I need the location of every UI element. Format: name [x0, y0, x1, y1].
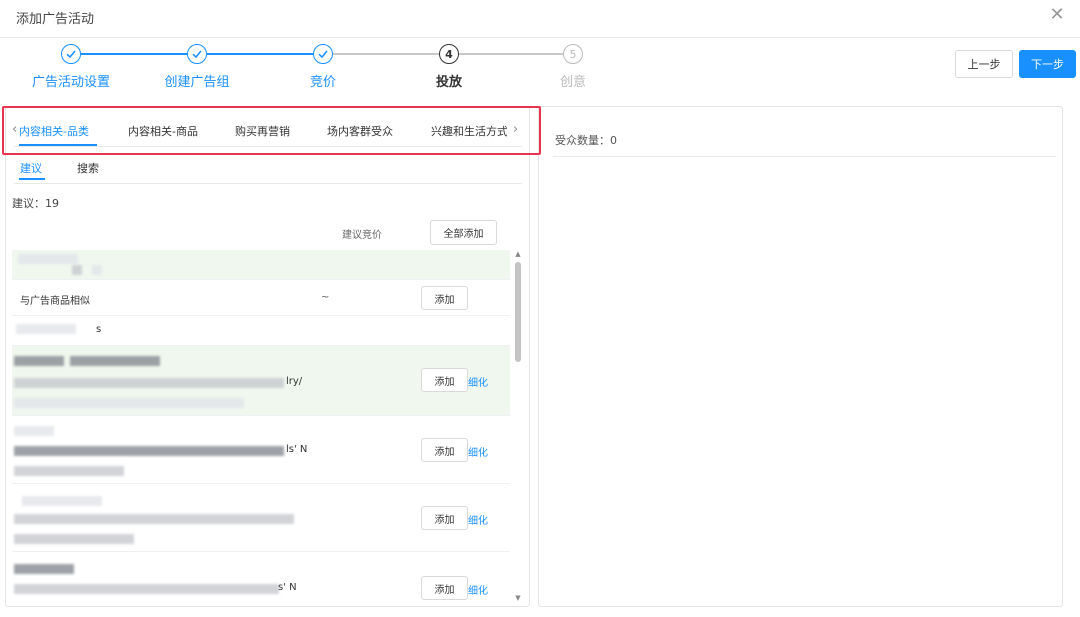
next-button[interactable]: 下一步: [1019, 50, 1076, 78]
dialog-title: 添加广告活动: [16, 12, 95, 27]
close-icon[interactable]: ✕: [1046, 4, 1068, 26]
list-item: s: [12, 316, 510, 346]
tab-suggest[interactable]: 建议: [20, 160, 42, 176]
sub-divider: [14, 183, 522, 184]
redacted-text: [70, 356, 160, 366]
highlight-box: [2, 106, 541, 155]
add-button[interactable]: 添加: [421, 438, 468, 462]
step-2-check-icon: [187, 44, 207, 64]
redacted-text: [14, 514, 294, 524]
audience-divider: [553, 156, 1056, 157]
add-all-button[interactable]: 全部添加: [430, 220, 497, 245]
title-divider: [0, 37, 1080, 38]
sub-underline: [19, 178, 45, 180]
bid-header: 建议竞价: [342, 230, 382, 241]
scroll-up-icon[interactable]: ▲: [513, 250, 523, 258]
redacted-text: [14, 398, 244, 408]
step-3-label: 竞价: [309, 75, 337, 90]
row-label: lry/: [286, 376, 303, 387]
list-item: 添加 细化: [12, 484, 510, 552]
suggestion-list: 与广告商品相似 ~ 添加 s lry/ 添加 细化 ls' N 添加 细化 添加…: [12, 250, 510, 602]
step-4-number: 4: [439, 44, 459, 64]
row-label: ls' N: [286, 444, 308, 455]
redacted-text: [72, 265, 82, 275]
step-3-check-icon: [313, 44, 333, 64]
step-line-1: [81, 53, 187, 55]
suggest-count: 建议：19: [12, 197, 59, 210]
list-item: s' N 添加 细化: [12, 552, 510, 602]
row-label: s: [96, 324, 102, 335]
step-line-4: [459, 53, 563, 55]
targeting-panel: ‹ 内容相关-品类 内容相关-商品 购买再营销 场内客群受众 兴趣和生活方式 ›…: [5, 106, 530, 607]
row-bid: ~: [321, 292, 330, 303]
tab-search[interactable]: 搜索: [77, 160, 99, 176]
redacted-text: [14, 356, 64, 366]
redacted-text: [18, 254, 78, 264]
audience-count: 受众数量：0: [555, 134, 617, 147]
refine-link[interactable]: 细化: [468, 444, 488, 459]
refine-link[interactable]: 细化: [468, 374, 488, 389]
list-item: lry/ 添加 细化: [12, 346, 510, 416]
step-line-2: [207, 53, 313, 55]
step-5-label: 创意: [559, 75, 587, 90]
list-item: ls' N 添加 细化: [12, 416, 510, 484]
list-item: 与广告商品相似 ~ 添加: [12, 280, 510, 316]
scroll-down-icon[interactable]: ▼: [513, 594, 523, 602]
prev-button[interactable]: 上一步: [955, 50, 1013, 78]
redacted-text: [14, 446, 284, 456]
redacted-text: [14, 584, 279, 594]
row-label: s' N: [278, 582, 297, 593]
redacted-text: [92, 265, 102, 275]
redacted-text: [16, 324, 76, 334]
redacted-text: [14, 564, 74, 574]
steps: 4 5 广告活动设置 创建广告组 竞价 投放 创意: [0, 40, 640, 92]
redacted-text: [14, 534, 134, 544]
redacted-text: [14, 426, 54, 436]
add-button[interactable]: 添加: [421, 506, 468, 530]
step-line-3: [333, 53, 439, 55]
add-button[interactable]: 添加: [421, 368, 468, 392]
redacted-text: [22, 496, 102, 506]
step-4-label: 投放: [435, 75, 463, 90]
add-button[interactable]: 添加: [421, 286, 468, 310]
step-5-number: 5: [563, 44, 583, 64]
step-1-label: 广告活动设置: [31, 75, 111, 90]
redacted-text: [14, 466, 124, 476]
refine-link[interactable]: 细化: [468, 582, 488, 597]
redacted-text: [14, 378, 284, 388]
list-scrollbar[interactable]: ▲ ▼: [513, 250, 523, 602]
refine-link[interactable]: 细化: [468, 512, 488, 527]
add-button[interactable]: 添加: [421, 576, 468, 600]
step-1-check-icon: [61, 44, 81, 64]
row-label: 与广告商品相似: [20, 296, 90, 307]
step-2-label: 创建广告组: [164, 75, 230, 90]
list-item: [12, 250, 510, 280]
audience-panel: 受众数量：0: [538, 106, 1063, 607]
scroll-thumb[interactable]: [515, 262, 521, 362]
